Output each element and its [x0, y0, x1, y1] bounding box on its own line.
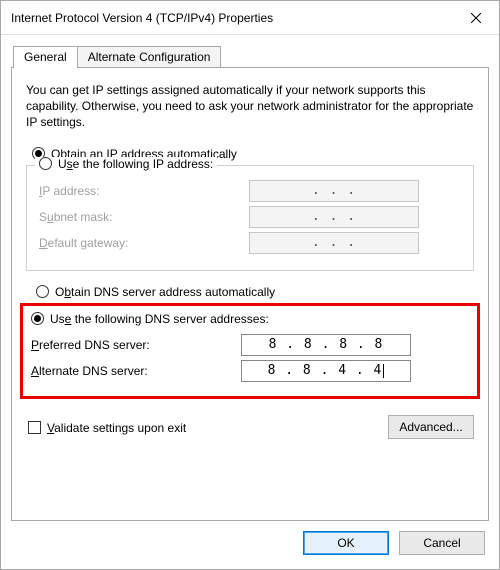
- dialog-body: General Alternate Configuration You can …: [1, 35, 499, 569]
- radio-icon: [39, 157, 52, 170]
- input-alternate-dns[interactable]: 8 . 8 . 4 . 4: [241, 360, 411, 382]
- input-ip-address: . . .: [249, 180, 419, 202]
- dialog-buttons: OK Cancel: [11, 521, 489, 559]
- radio-dns-auto[interactable]: Obtain DNS server address automatically: [36, 285, 474, 299]
- radio-icon: [31, 312, 44, 325]
- checkbox-validate[interactable]: Validate settings upon exit: [28, 421, 186, 435]
- row-preferred-dns: Preferred DNS server: 8 . 8 . 8 . 8: [31, 334, 469, 356]
- radio-dns-auto-label: Obtain DNS server address automatically: [55, 285, 275, 299]
- cancel-button[interactable]: Cancel: [399, 531, 485, 555]
- tab-alternate-configuration[interactable]: Alternate Configuration: [77, 46, 222, 67]
- input-preferred-dns[interactable]: 8 . 8 . 8 . 8: [241, 334, 411, 356]
- window-title: Internet Protocol Version 4 (TCP/IPv4) P…: [11, 11, 453, 25]
- label-preferred-dns: Preferred DNS server:: [31, 338, 241, 352]
- advanced-button[interactable]: Advanced...: [388, 415, 474, 439]
- close-icon: [471, 13, 481, 23]
- label-subnet-mask: Subnet mask:: [39, 210, 249, 224]
- radio-ip-manual[interactable]: Use the following IP address:: [35, 157, 217, 171]
- titlebar: Internet Protocol Version 4 (TCP/IPv4) P…: [1, 1, 499, 35]
- radio-ip-manual-label: Use the following IP address:: [58, 157, 213, 171]
- checkbox-validate-label: Validate settings upon exit: [47, 421, 186, 435]
- text-caret: [383, 364, 384, 378]
- ip-manual-fieldset: Use the following IP address: IP address…: [26, 165, 474, 271]
- tab-panel-general: You can get IP settings assigned automat…: [11, 67, 489, 521]
- label-default-gateway: Default gateway:: [39, 236, 249, 250]
- intro-text: You can get IP settings assigned automat…: [26, 82, 474, 131]
- bottom-row: Validate settings upon exit Advanced...: [26, 415, 474, 439]
- dialog-window: Internet Protocol Version 4 (TCP/IPv4) P…: [0, 0, 500, 570]
- checkbox-icon: [28, 421, 41, 434]
- radio-dns-manual[interactable]: Use the following DNS server addresses:: [31, 312, 469, 326]
- tab-general[interactable]: General: [13, 46, 78, 68]
- label-ip-address: IP address:: [39, 184, 249, 198]
- row-default-gateway: Default gateway: . . .: [39, 232, 461, 254]
- input-default-gateway: . . .: [249, 232, 419, 254]
- label-alternate-dns: Alternate DNS server:: [31, 364, 241, 378]
- tab-strip: General Alternate Configuration: [11, 43, 489, 67]
- row-ip-address: IP address: . . .: [39, 180, 461, 202]
- input-subnet-mask: . . .: [249, 206, 419, 228]
- close-button[interactable]: [453, 1, 499, 35]
- row-alternate-dns: Alternate DNS server: 8 . 8 . 4 . 4: [31, 360, 469, 382]
- ok-button[interactable]: OK: [303, 531, 389, 555]
- radio-dns-manual-label: Use the following DNS server addresses:: [50, 312, 269, 326]
- row-subnet-mask: Subnet mask: . . .: [39, 206, 461, 228]
- radio-icon: [36, 285, 49, 298]
- dns-highlight-box: Use the following DNS server addresses: …: [20, 303, 480, 399]
